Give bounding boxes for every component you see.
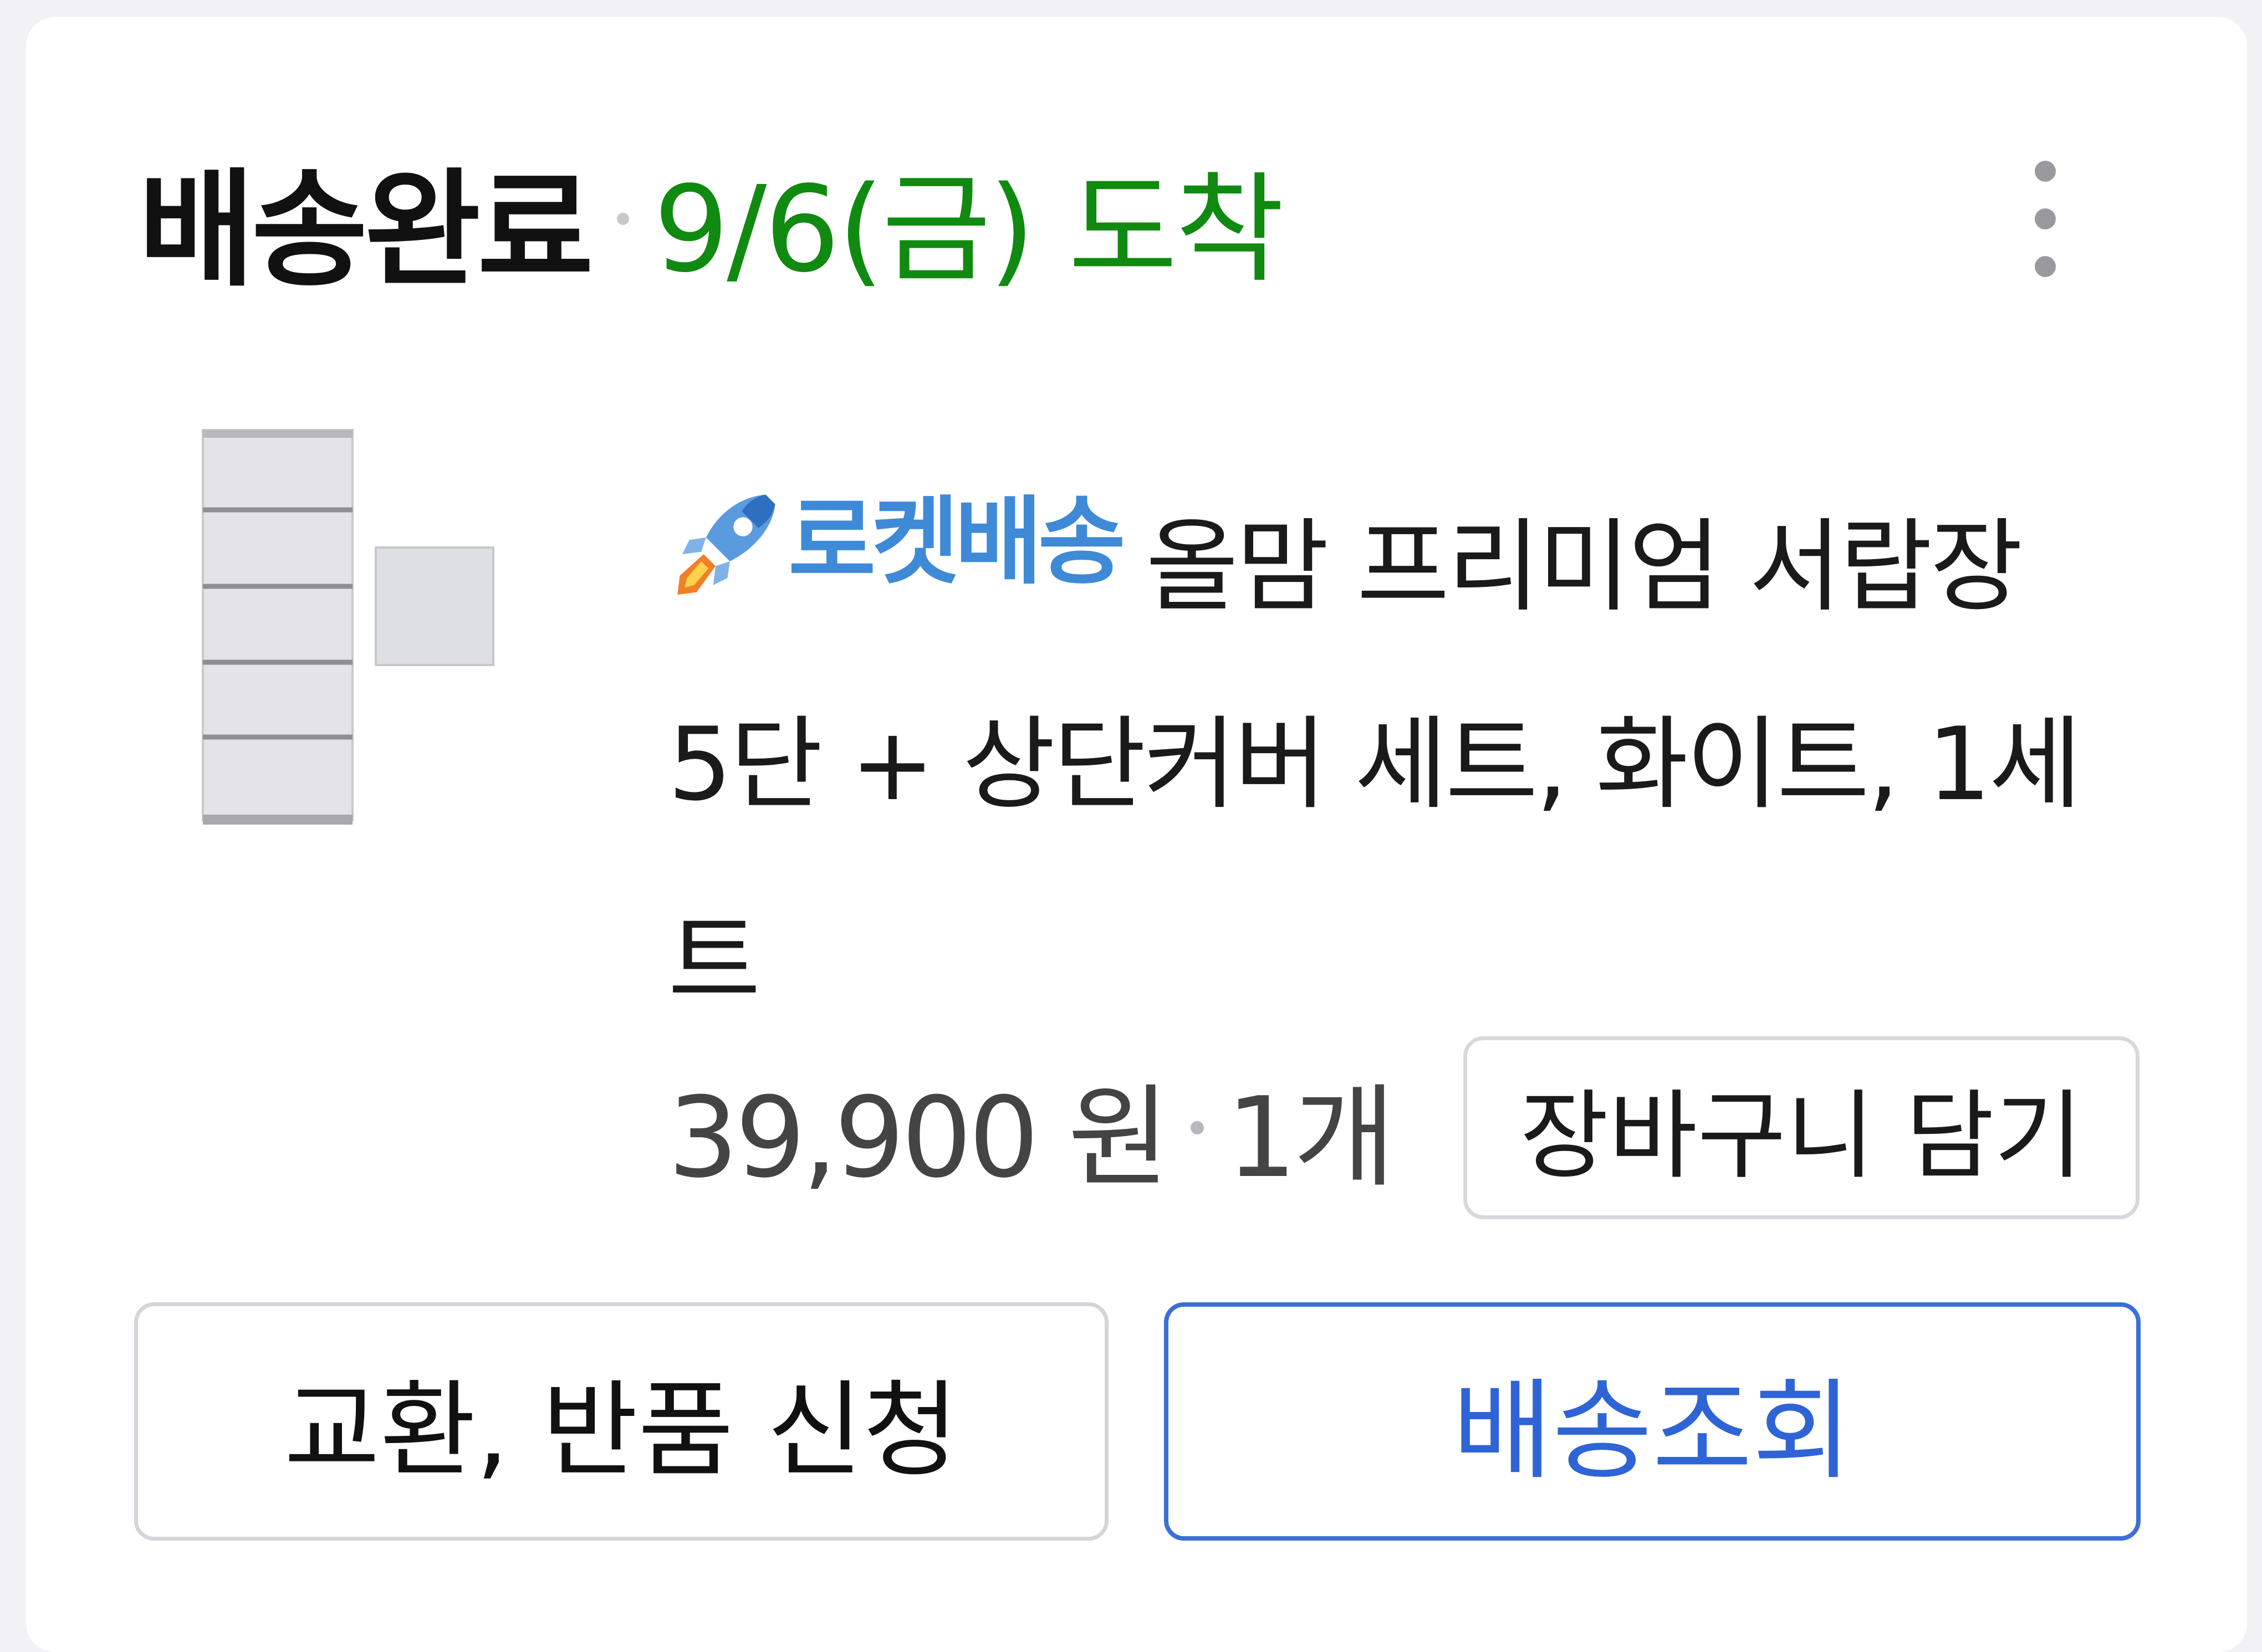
order-status-row: 배송완료 9/6(금) 도착 [139,139,2189,304]
more-vertical-icon-dot [2035,256,2056,277]
product-title-area[interactable]: 로켓배송 올맘 프리미엄 서랍장 5단 + 상단커버 세트, 화이트, 1세트 [668,443,2092,1060]
rocket-delivery-badge: 로켓배송 [668,443,1126,641]
price-row: 39,900 원 1개 [668,1056,1396,1203]
separator-dot [617,213,630,225]
more-vertical-icon [2035,161,2056,182]
rocket-icon [677,494,775,595]
rocket-delivery-label: 로켓배송 [788,486,1126,597]
add-to-cart-button[interactable]: 장바구니 담기 [1463,1036,2140,1219]
product-quantity: 1개 [1226,1073,1395,1203]
arrival-date: 9/6(금) 도착 [653,161,1284,299]
product-image[interactable] [200,427,510,831]
separator-dot [1191,1121,1204,1134]
more-vertical-icon-dot [2035,208,2056,229]
delivery-status: 배송완료 [139,156,594,304]
product-price: 39,900 원 [668,1073,1170,1203]
more-options-button[interactable] [2006,161,2084,277]
return-exchange-button[interactable]: 교환, 반품 신청 [134,1302,1109,1541]
track-delivery-button[interactable]: 배송조회 [1164,1302,2141,1541]
